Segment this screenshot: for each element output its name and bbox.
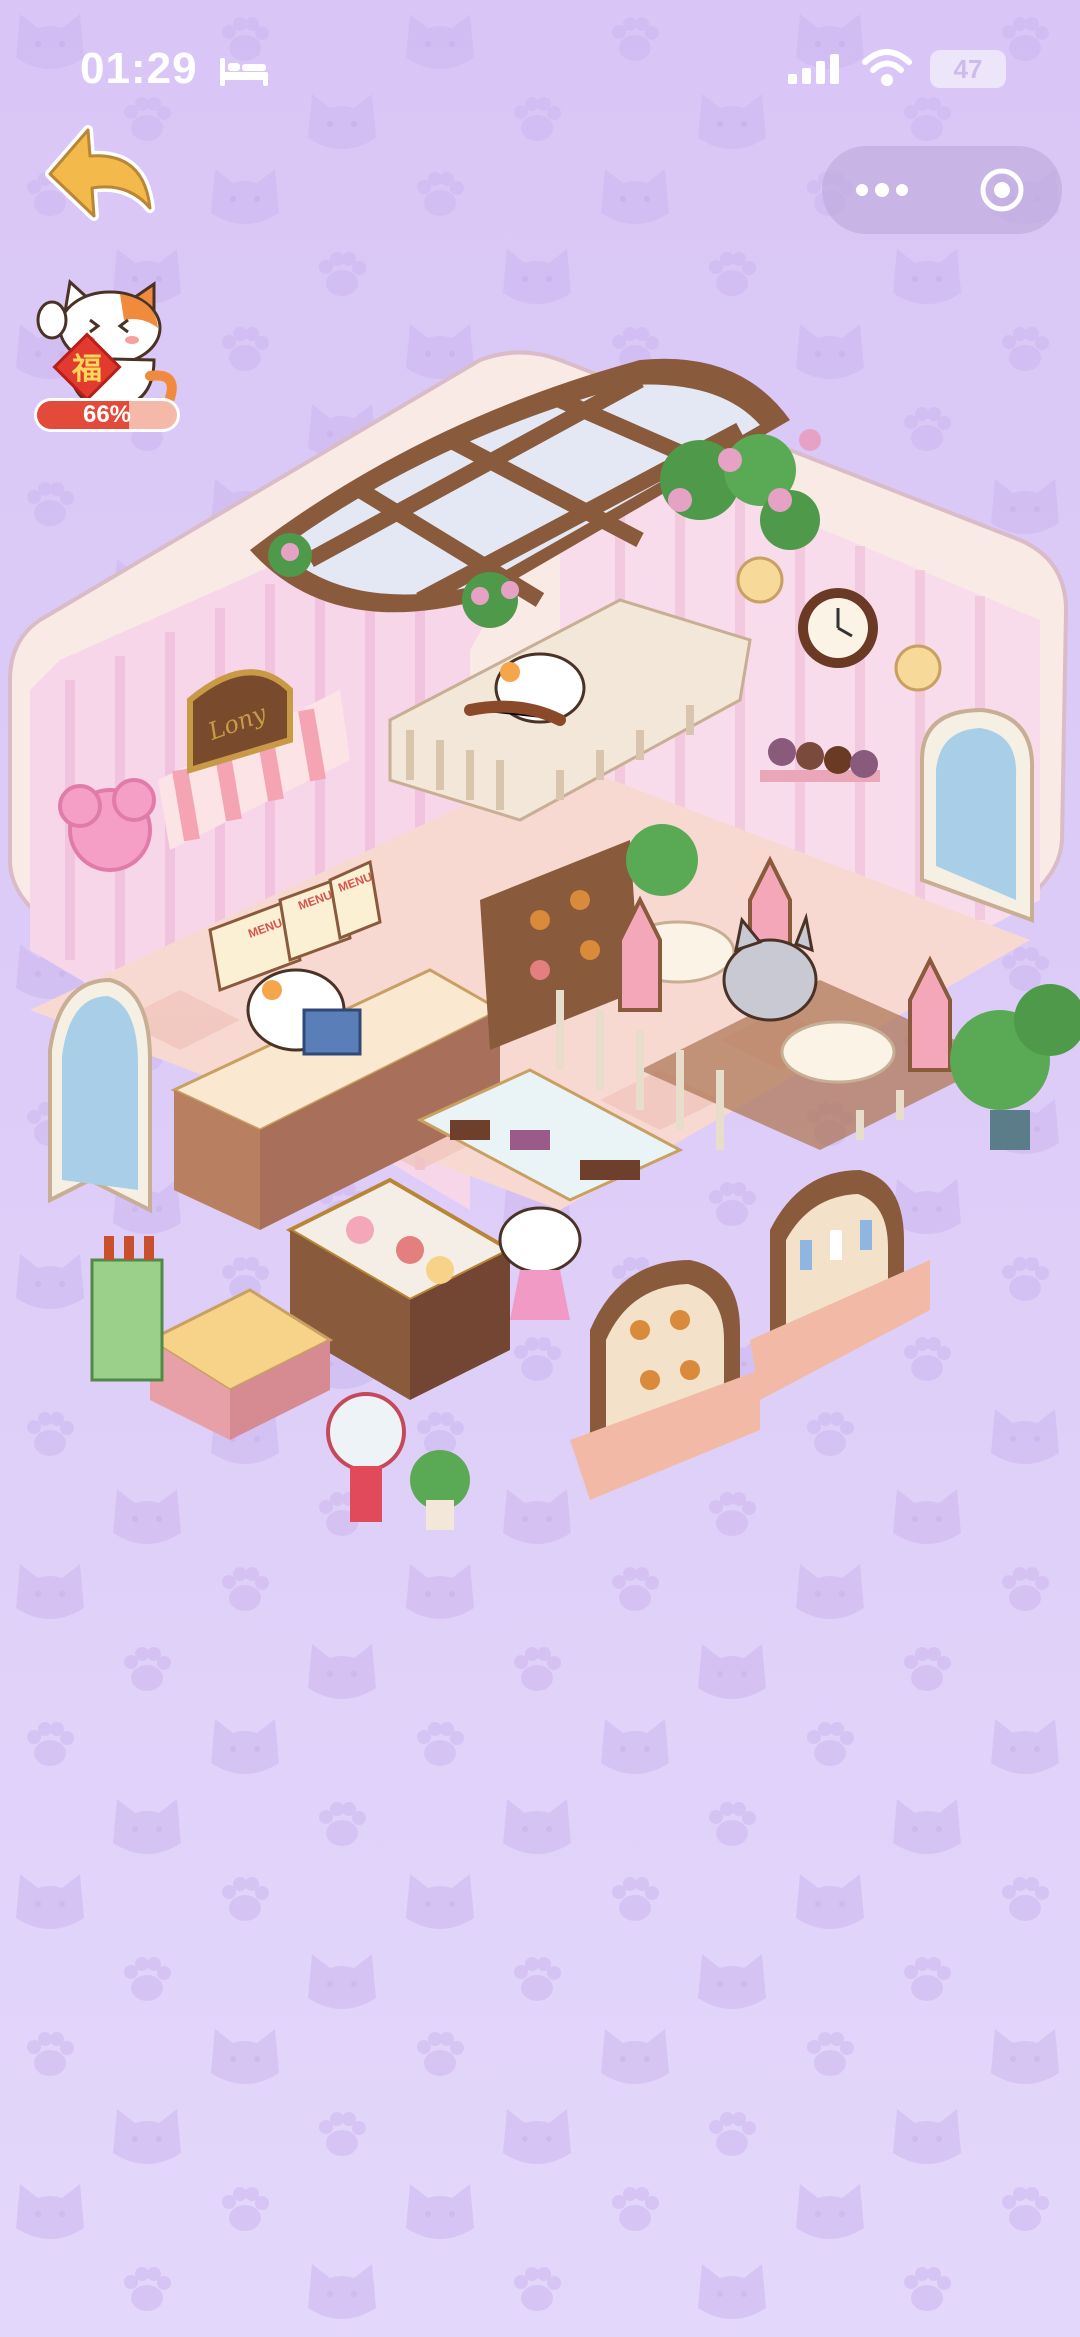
potted-plant — [950, 984, 1080, 1150]
wall-lamp — [894, 644, 942, 692]
back-arrow-icon[interactable] — [32, 112, 162, 232]
status-time: 01:29 — [80, 44, 198, 93]
menu-capsule — [822, 146, 1062, 234]
gumball-machine — [326, 1392, 406, 1522]
bakery-room-scene[interactable]: Lony MENU MENU MENU — [0, 340, 1080, 1600]
wifi-icon — [862, 49, 912, 86]
battery-icon: 47 — [930, 50, 1006, 88]
baker-cat — [498, 1206, 582, 1320]
arched-bread-shelf — [570, 1260, 760, 1500]
battery-level: 47 — [953, 53, 983, 84]
bed-icon — [220, 58, 268, 86]
potted-plant — [410, 1450, 470, 1530]
more-dots-icon[interactable] — [837, 155, 927, 225]
left-door — [48, 977, 152, 1214]
target-close-icon[interactable] — [957, 155, 1047, 225]
potted-plant — [626, 824, 698, 896]
wall-clock — [798, 588, 878, 668]
signal-icon — [788, 54, 839, 84]
status-bar: 01:29 47 — [0, 0, 1080, 140]
wall-lamp — [736, 556, 784, 604]
drinks-cart — [90, 1236, 164, 1382]
arched-drinks-shelf — [750, 1170, 930, 1400]
